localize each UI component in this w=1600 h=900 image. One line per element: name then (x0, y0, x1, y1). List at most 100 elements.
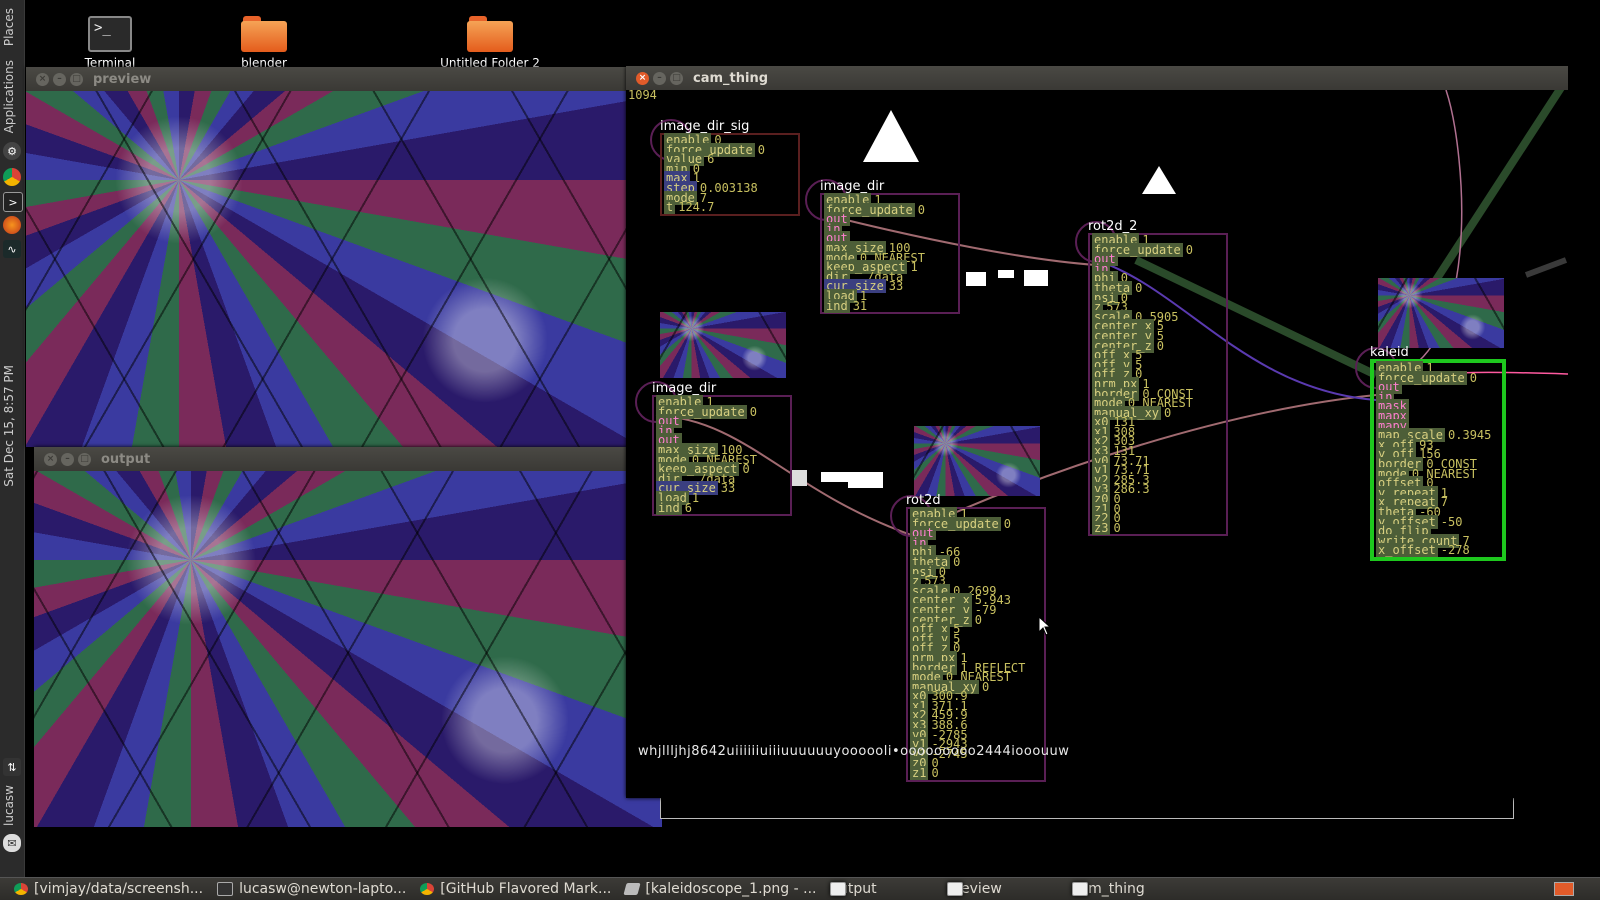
output-kaleidoscope-image (34, 471, 662, 827)
node-image-dir-a[interactable]: image_dir enable 1 force_update 0 out in out ma… (820, 180, 960, 315)
node-param-row[interactable]: out (1376, 380, 1500, 395)
workspace-switcher-icon[interactable] (1554, 882, 1574, 896)
maximize-button[interactable]: □ (670, 71, 683, 85)
node-param-row[interactable]: out (1092, 252, 1224, 267)
node-param-row[interactable]: ind 31 (824, 298, 956, 313)
close-button[interactable]: × (44, 452, 57, 466)
terminal-launcher-icon[interactable]: > (3, 192, 23, 212)
node-param-row[interactable]: x3 388.6 (910, 718, 1042, 733)
image-viewer-icon (623, 883, 641, 895)
preview-titlebar[interactable]: × – □ preview (26, 67, 638, 91)
minimize-button[interactable]: – (653, 71, 666, 85)
param-value: 0 (1185, 242, 1193, 257)
user-name[interactable]: lucasw (2, 785, 16, 826)
task-image-viewer[interactable]: [kaleidoscope_1.png - ... (623, 881, 816, 897)
node-rot2d-2[interactable]: rot2d_2 enable 1 force_update 0 out in phi 0 the… (1088, 220, 1228, 537)
param-name: z3 (1092, 520, 1111, 535)
clock[interactable]: Sat Dec 15, 8:57 PM (2, 365, 16, 487)
maximize-button[interactable]: □ (70, 72, 83, 86)
node-body: enable 1 force_update 0 out in mask mapx mapy map… (1370, 359, 1506, 561)
task-chrome-github[interactable]: [GitHub Flavored Mark... (420, 881, 611, 897)
param-value: 0 (1003, 516, 1011, 531)
node-param-row[interactable]: y2 285.3 (1092, 472, 1224, 487)
node-title: kaleid (1370, 345, 1409, 360)
param-value: 0 (917, 202, 925, 217)
param-value: 31 (852, 298, 868, 313)
node-param-row[interactable]: manual_xy 0 (910, 679, 1042, 694)
param-value: 6 (684, 500, 692, 515)
node-param-row[interactable]: out (910, 526, 1042, 541)
settings-icon[interactable]: ⚙ (3, 142, 21, 160)
node-param-row[interactable]: z1 0 (910, 766, 1042, 781)
window-icon (946, 882, 963, 896)
node-param-row[interactable]: ind 6 (656, 500, 788, 515)
task-label: [vimjay/data/screensh... (34, 881, 204, 897)
node-param-row[interactable]: z0 0 (1092, 492, 1224, 507)
applications-menu[interactable]: Applications (2, 60, 16, 133)
param-value: -50 (1440, 514, 1463, 529)
node-param-row[interactable]: x0 300.9 (910, 689, 1042, 704)
node-body: enable 1 force_update 0 out in out max_size 100 m… (652, 395, 792, 517)
window-title: output (101, 451, 151, 467)
node-body: enable 1 force_update 0 out in out max_size 100 m… (820, 193, 960, 315)
node-param-row[interactable]: z0 0 (910, 756, 1042, 771)
node-param-row[interactable]: x_offset -278 (1376, 543, 1500, 558)
task-terminal[interactable]: lucasw@newton-lapto... (217, 881, 406, 897)
node-param-row[interactable]: x0 131 (1092, 415, 1224, 430)
param-value: 124.7 (678, 200, 715, 215)
desktop-icon-terminal[interactable]: >_ Terminal (78, 16, 142, 70)
node-param-row[interactable]: z2 0 (1092, 511, 1224, 526)
desktop-icon-blender[interactable]: blender (232, 16, 296, 70)
node-param-row[interactable]: x2 459.9 (910, 708, 1042, 723)
node-param-row[interactable]: x1 308 (1092, 424, 1224, 439)
node-param-row[interactable]: y0 -2785 (910, 727, 1042, 742)
node-param-row[interactable]: manual_xy 0 (1092, 405, 1224, 420)
node-param-row[interactable]: x1 371.1 (910, 698, 1042, 713)
param-value: 0 (749, 404, 757, 419)
node-param-row[interactable]: t 124.7 (664, 200, 796, 215)
node-param-row[interactable]: y1 73.71 (1092, 463, 1224, 478)
network-icon[interactable]: ⇅ (3, 758, 21, 776)
node-param-row[interactable]: y3 286.3 (1092, 482, 1224, 497)
chrome-launcher-icon[interactable] (3, 168, 21, 186)
task-cam-thing[interactable]: cam_thing (1071, 881, 1145, 897)
task-label: [GitHub Flavored Mark... (440, 881, 612, 897)
key-input-text: whjllljhj8642uiiiiiiuiiiuuuuuuyoooooli•o… (638, 744, 1070, 759)
window-icon (1071, 882, 1088, 896)
node-param-row[interactable]: out (656, 414, 788, 429)
param-value: 33 (720, 481, 736, 496)
close-button[interactable]: × (36, 72, 49, 86)
node-image-dir-sig[interactable]: image_dir_sig enable 0 force_update 0 value 6… (660, 120, 800, 216)
chat-icon[interactable]: ✉ (3, 834, 21, 852)
cam-thing-titlebar[interactable]: × – □ cam_thing (626, 66, 1568, 90)
task-preview[interactable]: preview (946, 881, 1002, 897)
node-param-row[interactable]: out (824, 212, 956, 227)
node-param-row[interactable]: z3 0 (1092, 520, 1224, 535)
node-image-dir-b[interactable]: image_dir enable 1 force_update 0 out in out ma… (652, 382, 792, 517)
node-param-row[interactable]: x2 303 (1092, 434, 1224, 449)
output-titlebar[interactable]: × – □ output (34, 447, 662, 471)
param-value: 0 (1135, 280, 1143, 295)
node-rot2d[interactable]: rot2d enable 1 force_update 0 out in phi -66 the… (906, 494, 1046, 782)
system-monitor-icon[interactable]: ∿ (3, 240, 21, 258)
task-chrome-vimjay[interactable]: [vimjay/data/screensh... (14, 881, 203, 897)
param-value: 0 (974, 612, 983, 627)
close-button[interactable]: × (636, 71, 649, 85)
task-output[interactable]: output (830, 881, 877, 897)
node-graph-canvas[interactable]: 1094 image_dir_sig enable 0 force_update 0 v… (626, 90, 1568, 798)
node-title: rot2d (906, 493, 941, 508)
firefox-launcher-icon[interactable] (3, 216, 21, 234)
param-name: ind (824, 298, 850, 313)
maximize-button[interactable]: □ (78, 452, 91, 466)
minimize-button[interactable]: – (61, 452, 74, 466)
param-value: 0 (1469, 370, 1477, 385)
node-param-row[interactable]: z1 0 (1092, 501, 1224, 516)
desktop-icon-untitled-folder[interactable]: Untitled Folder 2 (430, 16, 550, 70)
minimize-button[interactable]: – (53, 72, 66, 86)
node-param-row[interactable]: y0 73.71 (1092, 453, 1224, 468)
node-param-row[interactable]: x3 131 (1092, 444, 1224, 459)
terminal-icon (217, 882, 234, 896)
places-menu[interactable]: Places (2, 8, 16, 46)
node-kaleid[interactable]: kaleid enable 1 force_update 0 out in mask mapx… (1370, 346, 1506, 561)
image-dir-thumbnail (660, 312, 786, 378)
